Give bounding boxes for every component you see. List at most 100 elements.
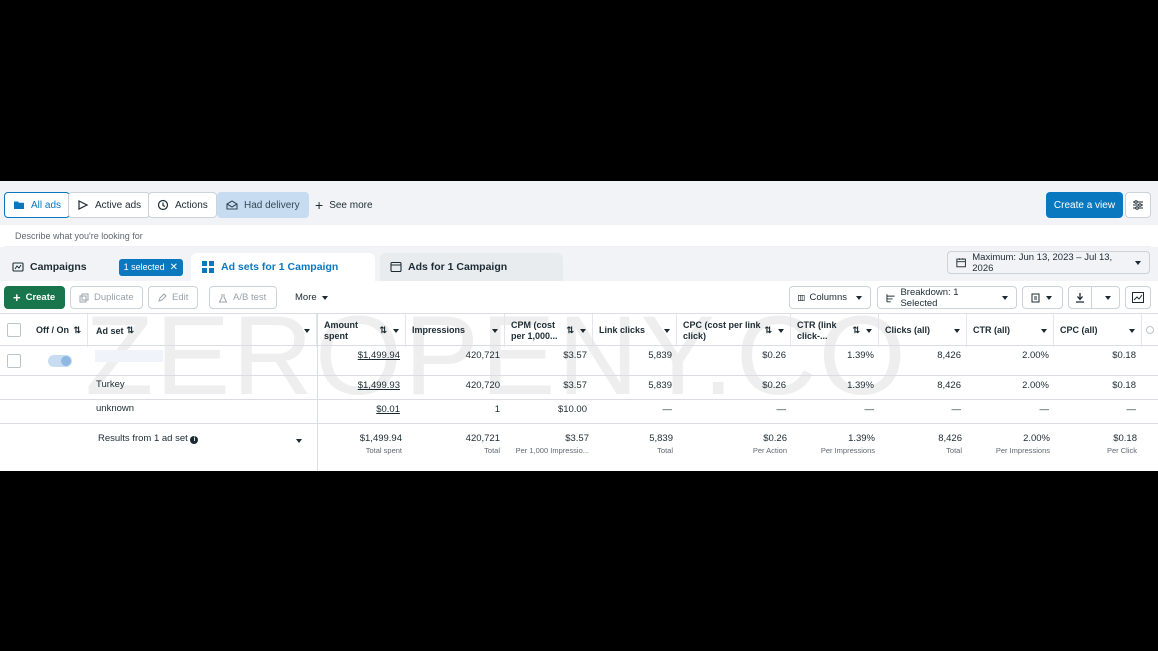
plus-icon: + xyxy=(13,289,21,305)
header-amount-spent[interactable]: Amount spent ⇅ xyxy=(318,314,406,347)
summary-row: Results from 1 ad set i $1,499.94 Total … xyxy=(0,424,1158,471)
tab-ad-sets-label: Ad sets for 1 Campaign xyxy=(221,261,339,273)
tab-ads[interactable]: Ads for 1 Campaign xyxy=(380,253,563,281)
table-row[interactable]: unknown $0.01 1 $10.00 — — — — — — xyxy=(0,400,1158,424)
ctr-link-value: 1.39% xyxy=(847,380,874,391)
ctr-all-value: 2.00% xyxy=(1022,350,1049,361)
active-ads-label: Active ads xyxy=(95,199,142,211)
header-ad-set[interactable]: Ad set ⇅ xyxy=(90,314,317,347)
sort-icon: ⇅ xyxy=(566,325,574,335)
chevron-down-icon xyxy=(1105,295,1112,300)
tab-campaigns[interactable]: Campaigns 1 selected ✕ xyxy=(12,253,184,281)
header-cpm[interactable]: CPM (cost per 1,000... ⇅ xyxy=(505,314,593,347)
link-clicks-value: 5,839 xyxy=(648,350,672,361)
create-button[interactable]: + Create xyxy=(4,286,65,309)
sort-icon: ⇅ xyxy=(852,325,860,335)
pencil-icon xyxy=(158,292,167,302)
edit-label: Edit xyxy=(172,292,189,303)
header-cpc-all[interactable]: CPC (all) xyxy=(1054,314,1142,347)
ad-set-name-redacted[interactable] xyxy=(95,350,163,362)
actions-chip[interactable]: Actions xyxy=(148,192,217,218)
action-toolbar: + Create Duplicate Edit A/B test More Co… xyxy=(0,281,1158,313)
selected-badge[interactable]: 1 selected ✕ xyxy=(118,258,184,276)
export-options-button[interactable] xyxy=(1097,295,1119,300)
header-link-clicks[interactable]: Link clicks xyxy=(593,314,677,347)
amount-spent-value[interactable]: $1,499.93 xyxy=(358,380,400,391)
chevron-down-icon xyxy=(393,328,399,333)
reports-dropdown[interactable] xyxy=(1022,286,1063,309)
cpc-all-value: $0.18 xyxy=(1112,380,1136,391)
tab-ad-sets[interactable]: Ad sets for 1 Campaign xyxy=(191,253,375,281)
header-cpc-link[interactable]: CPC (cost per link click) ⇅ xyxy=(677,314,791,347)
download-icon xyxy=(1076,293,1085,303)
header-ctr-link[interactable]: CTR (link click-... ⇅ xyxy=(791,314,879,347)
search-input[interactable]: Describe what you're looking for xyxy=(4,225,1151,247)
active-ads-chip[interactable]: Active ads xyxy=(68,192,151,218)
actions-label: Actions xyxy=(175,199,208,211)
close-icon[interactable]: ✕ xyxy=(170,262,178,273)
header-off-on[interactable]: Off / On ⇅ xyxy=(30,314,88,347)
link-clicks-value: 5,839 xyxy=(648,380,672,391)
table-row[interactable]: $1,499.94 420,721 $3.57 5,839 $0.26 1.39… xyxy=(0,346,1158,376)
header-clicks-all[interactable]: Clicks (all) xyxy=(879,314,967,347)
columns-dropdown[interactable]: Columns xyxy=(789,286,871,309)
filter-bar: All ads Active ads Actions Had delivery … xyxy=(0,181,1158,225)
header-cpm-label: CPM (cost per 1,000... xyxy=(511,319,558,341)
columns-label: Columns xyxy=(809,292,848,303)
summary-link-clicks: 5,839 xyxy=(649,433,673,444)
chevron-down-icon xyxy=(954,328,960,333)
had-delivery-chip[interactable]: Had delivery xyxy=(217,192,309,218)
select-all-checkbox[interactable] xyxy=(7,323,21,337)
summary-label: Results from 1 ad set i xyxy=(98,433,199,444)
cpc-link-value: $0.26 xyxy=(762,350,786,361)
charts-button[interactable] xyxy=(1125,286,1151,309)
calendar-icon xyxy=(956,258,966,268)
edit-button[interactable]: Edit xyxy=(148,286,198,309)
breakdown-dropdown[interactable]: Breakdown: 1 Selected xyxy=(877,286,1017,309)
cpc-link-value: — xyxy=(776,404,787,415)
chevron-down-icon xyxy=(321,295,328,300)
grid-icon xyxy=(202,261,214,273)
campaign-icon xyxy=(12,262,24,272)
summary-cpc-link: $0.26 xyxy=(763,433,787,444)
header-ctr-all[interactable]: CTR (all) xyxy=(967,314,1054,347)
summary-cpc-link-sub: Per Action xyxy=(752,446,787,455)
row-checkbox[interactable] xyxy=(7,354,21,368)
header-impressions[interactable]: Impressions xyxy=(406,314,505,347)
see-more-button[interactable]: + See more xyxy=(306,192,382,218)
amount-spent-value[interactable]: $0.01 xyxy=(376,404,400,415)
reports-icon xyxy=(1031,293,1040,302)
filter-settings-button[interactable] xyxy=(1125,192,1151,218)
all-ads-chip[interactable]: All ads xyxy=(4,192,71,218)
summary-ctr-link-sub: Per Impressions xyxy=(820,446,875,455)
chevron-down-icon xyxy=(304,328,310,333)
breakdown-icon xyxy=(886,293,895,302)
export-button-group[interactable] xyxy=(1068,286,1120,309)
see-more-label: See more xyxy=(329,199,373,211)
ctr-all-value: — xyxy=(1039,404,1050,415)
selected-badge-label: 1 selected xyxy=(123,262,165,272)
chevron-down-icon[interactable] xyxy=(296,439,302,443)
link-clicks-value: — xyxy=(662,404,673,415)
date-range-picker[interactable]: Maximum: Jun 13, 2023 – Jul 13, 2026 xyxy=(947,251,1150,274)
info-icon[interactable]: i xyxy=(190,436,199,444)
breakdown-label: Turkey xyxy=(96,379,125,390)
had-delivery-label: Had delivery xyxy=(244,199,300,211)
table-row[interactable]: Turkey $1,499.93 420,720 $3.57 5,839 $0.… xyxy=(0,376,1158,400)
clicks-all-value: — xyxy=(951,404,962,415)
amount-spent-value[interactable]: $1,499.94 xyxy=(358,350,400,361)
delivery-toggle[interactable] xyxy=(48,355,72,367)
ctr-all-value: 2.00% xyxy=(1022,380,1049,391)
column-settings-icon[interactable] xyxy=(1146,326,1154,334)
clicks-all-value: 8,426 xyxy=(937,350,961,361)
clicks-all-value: 8,426 xyxy=(937,380,961,391)
duplicate-label: Duplicate xyxy=(94,292,134,303)
sort-icon: ⇅ xyxy=(764,325,772,335)
duplicate-button[interactable]: Duplicate xyxy=(70,286,143,309)
more-dropdown[interactable]: More xyxy=(286,286,336,309)
header-cpc-all-label: CPC (all) xyxy=(1060,325,1098,335)
create-view-button[interactable]: Create a view xyxy=(1046,192,1123,218)
cpm-value: $3.57 xyxy=(563,350,587,361)
download-button[interactable] xyxy=(1069,287,1093,308)
ab-test-button[interactable]: A/B test xyxy=(209,286,277,309)
